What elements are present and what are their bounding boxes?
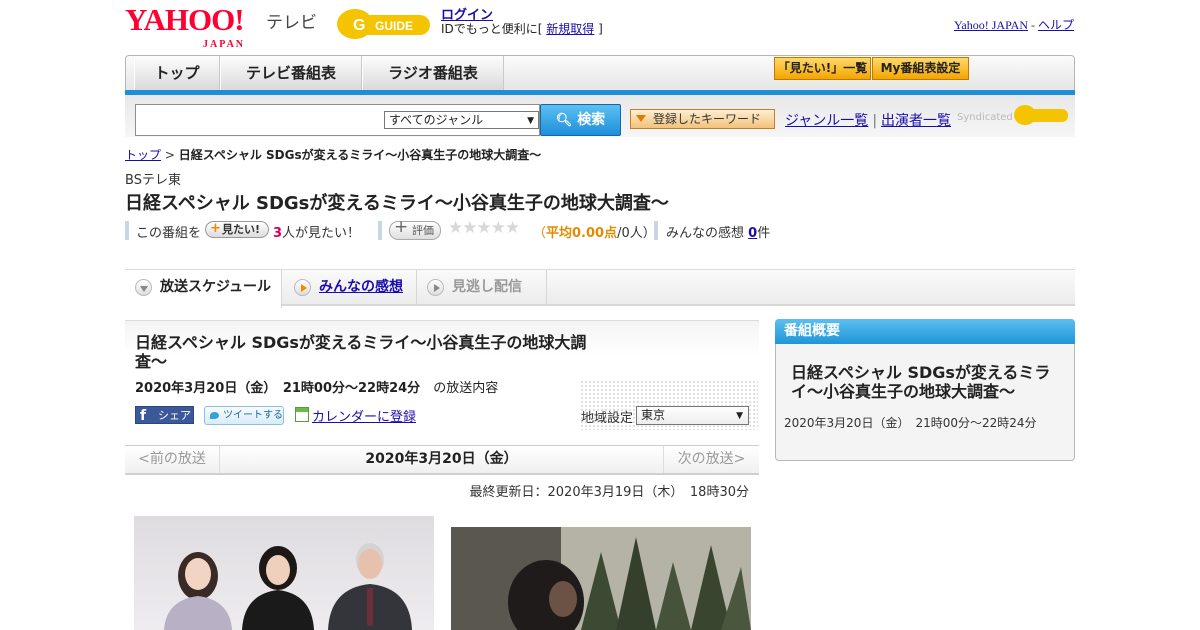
rating-stars: ★★★★★ [448, 218, 520, 238]
facebook-share-label: シェア [158, 409, 191, 422]
impressions-suffix: 件 [757, 226, 771, 241]
summary-heading: 番組概要 [775, 319, 1075, 344]
chevron-down-icon: ▼ [527, 116, 534, 126]
play-icon [294, 279, 311, 296]
region-select-value: 東京 [641, 408, 666, 422]
gguide-logo[interactable]: G GUIDE [335, 6, 433, 42]
tv-service-label[interactable]: テレビ [266, 8, 317, 33]
summary-title: 日経スペシャル SDGsが変えるミライ～小谷真生子の地球大調査～ [791, 363, 1051, 401]
region-label: 地域設定 [581, 411, 634, 426]
broadcast-date: 2020年3月20日（金） 21時00分～22時24分 [135, 381, 421, 396]
yahoo-japan-logo[interactable]: YAHOO! JAPAN [125, 4, 245, 51]
facebook-icon: f [140, 408, 147, 424]
mitai-button[interactable]: 見たい! [205, 221, 269, 238]
my-schedule-button[interactable]: My番組表設定 [872, 57, 969, 80]
tab-impressions-label: みんなの感想 [319, 279, 403, 295]
register-link[interactable]: 新規取得 [546, 22, 594, 36]
rate-button[interactable]: 評価 [389, 219, 441, 240]
id-promo: IDでもっと便利に[ 新規取得 ] [441, 20, 603, 37]
mitai-count-text: 3人が見たい！ [273, 222, 360, 241]
search-button[interactable]: 🔍︎ 検索 [540, 104, 621, 136]
calendar-icon [295, 407, 309, 422]
impressions-summary: みんなの感想 0件 [666, 222, 770, 241]
svg-text:G: G [353, 17, 365, 34]
this-program-label: この番組を [136, 226, 202, 241]
help-link[interactable]: ヘルプ [1038, 18, 1074, 32]
avg-open: （ [533, 226, 547, 241]
genre-select[interactable]: すべてのジャンル ▼ [384, 111, 539, 129]
impressions-count-link[interactable]: 0 [748, 226, 757, 241]
main-nav: トップ テレビ番組表 ラジオ番組表 「見たい!」一覧 My番組表設定 [125, 55, 1075, 93]
chevron-down-icon: ▼ [736, 411, 743, 421]
forest-illustration [451, 527, 751, 630]
broadcast-title: 日経スペシャル SDGsが変えるミライ～小谷真生子の地球大調査～ [135, 333, 587, 371]
breadcrumb-current: 日経スペシャル SDGsが変えるミライ～小谷真生子の地球大調査～ [178, 148, 542, 162]
top-links-sep: - [1027, 18, 1038, 32]
divider [378, 221, 382, 240]
mitai-count: 3 [273, 226, 283, 241]
impressions-label: みんなの感想 [666, 226, 745, 241]
gguide-small-logo [1014, 105, 1068, 125]
nav-tab-tv-schedule[interactable]: テレビ番組表 [220, 56, 362, 90]
genre-list-link[interactable]: ジャンル一覧 [785, 113, 868, 129]
tab-schedule-label: 放送スケジュール [160, 279, 272, 295]
last-updated: 最終更新日：2020年3月19日（木） 18時30分 [469, 485, 749, 500]
search-links-divider: | [872, 113, 878, 129]
mitai-suffix: 人が見たい！ [282, 226, 361, 241]
yahoo-japan-link[interactable]: Yahoo! JAPAN [954, 18, 1028, 32]
avg-count: /0人 [617, 226, 643, 241]
search-button-label: 検索 [577, 112, 606, 128]
mitai-list-button[interactable]: 「見たい!」一覧 [774, 57, 871, 80]
program-photo-hosts [134, 516, 434, 630]
summary-datetime: 2020年3月20日（金） 21時00分～22時24分 [784, 416, 1037, 430]
svg-text:GUIDE: GUIDE [375, 19, 413, 33]
performer-list-link[interactable]: 出演者一覧 [881, 113, 951, 129]
facebook-share-button[interactable]: f シェア [135, 406, 194, 424]
tab-missed-label: 見逃し配信 [452, 279, 522, 295]
tab-schedule[interactable]: 放送スケジュール [125, 270, 282, 308]
play-icon [427, 279, 444, 296]
divider [125, 221, 129, 240]
page-title: 日経スペシャル SDGsが変えるミライ～小谷真生子の地球大調査～ [125, 193, 669, 214]
chevron-down-icon [135, 279, 152, 296]
calendar-register-link[interactable]: カレンダーに登録 [312, 410, 416, 425]
search-links: ジャンル一覧 | 出演者一覧 [785, 110, 951, 130]
hosts-illustration [164, 543, 412, 630]
next-broadcast-button[interactable]: 次の放送> [663, 446, 759, 473]
content-tabs: 放送スケジュール みんなの感想 見逃し配信 [125, 269, 1075, 308]
program-photo-forest [451, 527, 751, 630]
divider [654, 221, 658, 240]
tab-impressions[interactable]: みんなの感想 [284, 270, 417, 306]
average-rating: （平均0.00点/0人） [533, 222, 656, 241]
broadcast-date-suffix: の放送内容 [433, 381, 499, 396]
current-broadcast-date: 2020年3月20日（金） [365, 451, 518, 467]
region-select[interactable]: 東京 ▼ [636, 406, 749, 425]
registered-keyword-button[interactable]: 登録したキーワード [630, 109, 775, 129]
nav-tab-radio-schedule[interactable]: ラジオ番組表 [362, 56, 504, 90]
id-suffix: ] [594, 22, 603, 36]
avg-score: 平均0.00点 [546, 226, 618, 241]
channel-name: BSテレ東 [125, 173, 181, 188]
broadcast-datetime: 2020年3月20日（金） 21時00分～22時24分 の放送内容 [135, 377, 498, 396]
breadcrumb-sep: > [161, 148, 179, 162]
syndicated-text: Syndicated [957, 112, 1013, 123]
genre-select-value: すべてのジャンル [389, 113, 484, 127]
tweet-button[interactable]: ツイートする [204, 406, 284, 425]
calendar-register: カレンダーに登録 [312, 406, 416, 425]
nav-tab-top[interactable]: トップ [134, 56, 220, 90]
syndicated-gguide-badge: Syndicated [957, 104, 1069, 126]
prev-broadcast-button[interactable]: <前の放送 [125, 446, 220, 473]
search-icon: 🔍︎ [555, 113, 573, 128]
id-prefix: IDでもっと便利に[ [441, 22, 547, 36]
breadcrumb-top-link[interactable]: トップ [125, 148, 161, 162]
tab-missed[interactable]: 見逃し配信 [417, 270, 547, 306]
top-links: Yahoo! JAPAN - ヘルプ [954, 16, 1074, 33]
breadcrumb: トップ > 日経スペシャル SDGsが変えるミライ～小谷真生子の地球大調査～ [125, 146, 541, 163]
